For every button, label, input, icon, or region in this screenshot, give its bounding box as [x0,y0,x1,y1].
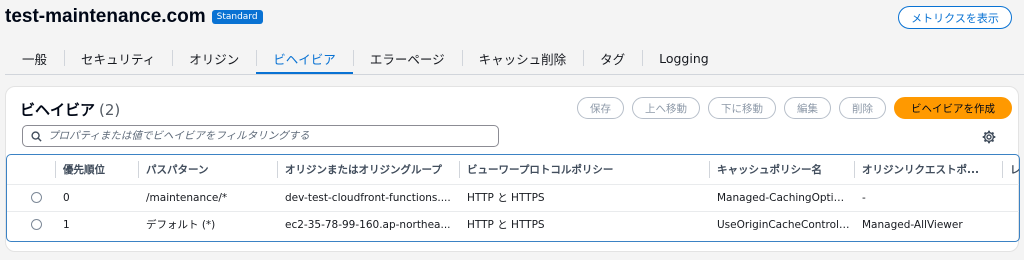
table-header-row: 優先順位 パスパターン オリジンまたはオリジングループ ビューワープロトコルポリ… [7,155,1019,184]
behaviors-panel: ビヘイビア (2) 保存 上へ移動 下に移動 編集 削除 ビヘイビアを作成 プロ… [5,86,1020,252]
cell-origin-request-policy: - [854,183,1002,211]
standard-badge: Standard [211,10,263,24]
tab-tags[interactable]: タグ [583,42,642,74]
cell-path: /maintenance/* [138,183,277,211]
cell-extra [1002,183,1019,211]
cell-origin: dev-test-cloudfront-functions.... [277,183,459,211]
column-header-extra[interactable]: レ [1002,155,1019,184]
tab-origins[interactable]: オリジン [172,42,256,74]
panel-heading: ビヘイビア (2) [20,99,120,120]
create-behavior-button[interactable]: ビヘイビアを作成 [894,97,1012,119]
select-column-header [7,155,55,184]
cell-path: デフォルト (*) [138,210,277,238]
column-header-cache-policy[interactable]: キャッシュポリシー名 [709,155,854,184]
search-icon [31,130,42,142]
row-radio[interactable] [31,192,42,203]
delete-button[interactable]: 削除 [839,97,886,119]
cell-cache-policy: UseOriginCacheControlHeaders [709,210,854,238]
table-row[interactable]: 0 /maintenance/* dev-test-cloudfront-fun… [7,183,1019,211]
behaviors-table: 優先順位 パスパターン オリジンまたはオリジングループ ビューワープロトコルポリ… [7,155,1019,238]
view-metrics-button[interactable]: メトリクスを表示 [898,6,1012,29]
cell-origin-request-policy: Managed-AllViewer [854,210,1002,238]
row-select[interactable] [7,210,55,238]
move-up-button[interactable]: 上へ移動 [632,97,700,119]
panel-title: ビヘイビア [20,101,96,119]
edit-button[interactable]: 編集 [784,97,831,119]
gear-icon[interactable] [982,130,996,144]
behavior-count: (2) [99,101,121,119]
row-radio[interactable] [31,219,42,231]
page-title: test-maintenance.com [5,6,206,27]
cell-cache-policy: Managed-CachingOptimized [709,183,854,211]
column-header-priority[interactable]: 優先順位 [55,155,138,184]
tab-general[interactable]: 一般 [5,42,64,74]
tab-error-pages[interactable]: エラーページ [352,42,462,74]
tab-bar: 一般 セキュリティ オリジン ビヘイビア エラーページ キャッシュ削除 タグ L… [5,42,726,75]
tab-logging[interactable]: Logging [642,42,726,74]
column-header-path[interactable]: パスパターン [138,155,277,184]
save-button[interactable]: 保存 [577,97,624,119]
column-header-origin[interactable]: オリジンまたはオリジングループ [277,155,459,184]
action-buttons: 保存 上へ移動 下に移動 編集 削除 ビヘイビアを作成 [577,97,1012,119]
behaviors-table-container: 優先順位 パスパターン オリジンまたはオリジングループ ビューワープロトコルポリ… [6,154,1020,242]
tab-security[interactable]: セキュリティ [64,42,172,74]
cell-viewer-protocol: HTTP と HTTPS [459,210,709,238]
cell-extra [1002,210,1019,238]
distribution-header: test-maintenance.com Standard [5,6,263,28]
cell-origin: ec2-35-78-99-160.ap-northea... [277,210,459,238]
column-header-viewer-protocol[interactable]: ビューワープロトコルポリシー [459,155,709,184]
tab-divider [5,74,1024,75]
move-down-button[interactable]: 下に移動 [708,97,776,119]
tab-invalidations[interactable]: キャッシュ削除 [461,42,584,74]
row-select[interactable] [7,183,55,211]
cell-viewer-protocol: HTTP と HTTPS [459,183,709,211]
cell-priority: 0 [55,183,138,211]
cell-priority: 1 [55,210,138,238]
search-box [22,125,499,147]
search-input[interactable] [48,130,488,142]
column-header-origin-request-policy[interactable]: オリジンリクエストポ... [854,155,1002,184]
table-row[interactable]: 1 デフォルト (*) ec2-35-78-99-160.ap-northea.… [7,210,1019,238]
tab-behaviors[interactable]: ビヘイビア [256,42,353,75]
